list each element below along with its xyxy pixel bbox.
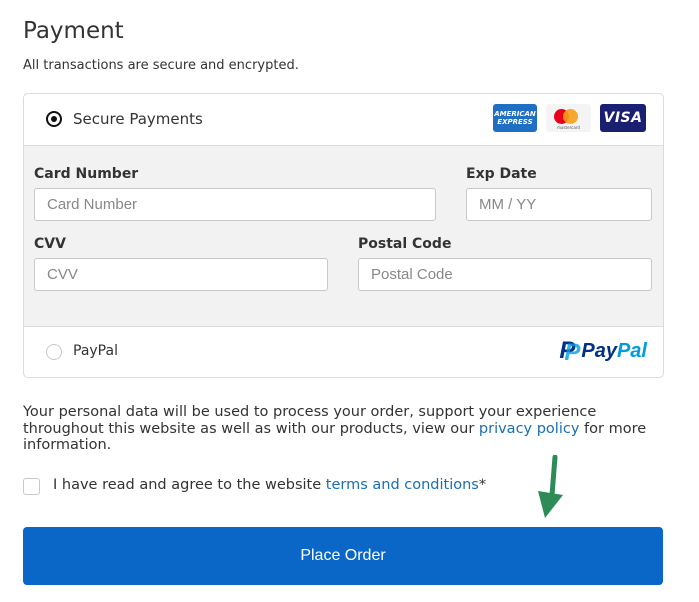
terms-label: I have read and agree to the website ter…	[53, 477, 486, 493]
mastercard-logo: mastercard	[546, 104, 591, 132]
exp-date-label: Exp Date	[466, 166, 537, 182]
visa-logo: VISA	[600, 104, 646, 132]
privacy-policy-link[interactable]: privacy policy	[479, 421, 580, 437]
amex-logo-line1: AMERICAN	[494, 110, 536, 118]
terms-text: I have read and agree to the website	[53, 477, 326, 493]
payment-option-secure[interactable]: Secure Payments AMERICAN EXPRESS masterc…	[24, 94, 663, 144]
card-number-input[interactable]	[34, 188, 436, 221]
payment-methods-panel: Secure Payments AMERICAN EXPRESS masterc…	[23, 93, 664, 378]
paypal-radio[interactable]	[46, 344, 62, 360]
secure-payments-radio[interactable]	[46, 111, 62, 127]
amex-logo: AMERICAN EXPRESS	[493, 104, 537, 132]
payment-option-paypal[interactable]: PayPal PP PayPal	[24, 326, 663, 377]
arrow-down-icon	[538, 455, 563, 518]
privacy-notice: Your personal data will be used to proce…	[23, 404, 668, 454]
secure-payments-label: Secure Payments	[73, 110, 203, 128]
mastercard-yellow-circle	[563, 109, 578, 124]
cvv-label: CVV	[34, 236, 66, 252]
paypal-logo: PP PayPal	[559, 336, 647, 366]
paypal-mark-icon: PP	[559, 337, 581, 366]
postal-code-input[interactable]	[358, 258, 652, 291]
terms-checkbox[interactable]	[23, 478, 40, 495]
place-order-button[interactable]: Place Order	[23, 527, 663, 585]
card-number-label: Card Number	[34, 166, 139, 182]
postal-code-label: Postal Code	[358, 236, 452, 252]
cvv-input[interactable]	[34, 258, 328, 291]
card-form: Card Number Exp Date CVV Postal Code	[24, 145, 663, 327]
required-mark: *	[478, 477, 487, 493]
exp-date-input[interactable]	[466, 188, 652, 221]
mastercard-logo-text: mastercard	[557, 125, 580, 130]
paypal-wordmark: PayPal	[581, 339, 647, 362]
page-title: Payment	[23, 18, 124, 44]
paypal-label: PayPal	[73, 343, 118, 359]
page-subtitle: All transactions are secure and encrypte…	[23, 58, 299, 73]
terms-and-conditions-link[interactable]: terms and conditions	[326, 477, 479, 493]
amex-logo-line2: EXPRESS	[497, 118, 533, 126]
